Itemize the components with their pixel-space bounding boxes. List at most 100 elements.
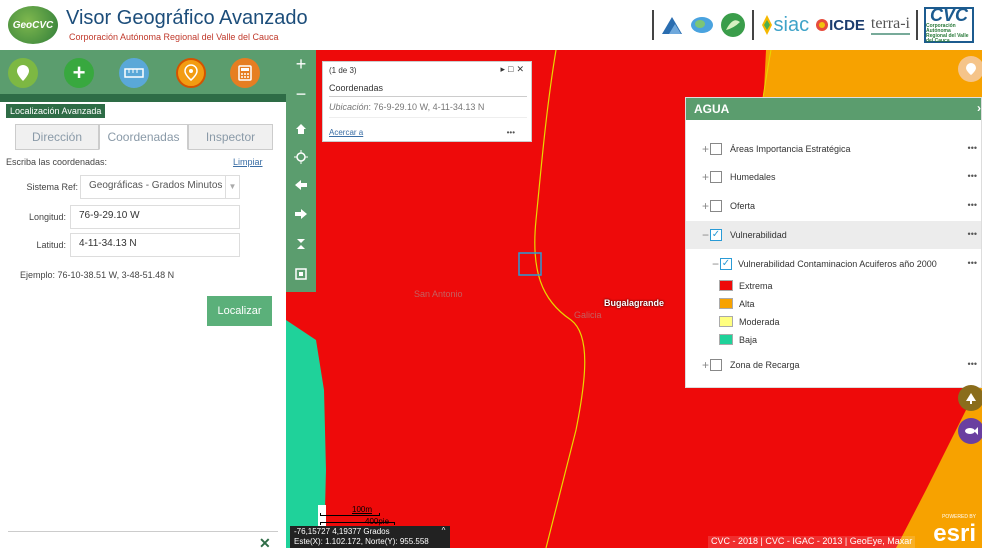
ref-system-value: Geográficas - Grados Minutos	[89, 180, 223, 191]
layer-row-humedales[interactable]: + Humedales •••	[686, 163, 981, 191]
plus-icon[interactable]: +	[64, 58, 94, 88]
location-widget-icon[interactable]	[958, 56, 982, 82]
locate-button[interactable]: Localizar	[207, 296, 272, 326]
calculator-icon[interactable]	[230, 58, 260, 88]
layer-checkbox[interactable]	[710, 171, 722, 183]
tree-logo-icon[interactable]	[690, 14, 714, 36]
more-icon[interactable]: •••	[968, 143, 977, 153]
sublayer-name: Vulnerabilidad Contaminacion Acuiferos a…	[738, 259, 937, 269]
popup-location: Ubicación: 76-9-29.10 W, 4-11-34.13 N	[329, 102, 484, 112]
popup-divider	[329, 96, 527, 97]
layer-checkbox[interactable]	[710, 359, 722, 371]
collapse-icon[interactable]: −	[702, 228, 709, 242]
sublayer-row[interactable]: − ✓ Vulnerabilidad Contaminacion Acuifer…	[686, 250, 981, 278]
popup-location-value: : 76-9-29.10 W, 4-11-34.13 N	[368, 102, 485, 112]
popup-location-label: Ubicación	[329, 102, 369, 112]
map-label-place3: Galicia	[574, 310, 602, 320]
layer-name: Zona de Recarga	[730, 360, 800, 370]
layer-row-vulnerabilidad[interactable]: − ✓ Vulnerabilidad •••	[686, 221, 981, 249]
location-xy-icon[interactable]	[176, 58, 206, 88]
geocvc-logo[interactable]: GeoCVC	[8, 6, 58, 44]
esri-powered: POWERED BY	[942, 514, 976, 520]
close-icon[interactable]: ✕	[516, 64, 527, 74]
layer-checkbox[interactable]	[710, 143, 722, 155]
tree-widget-icon[interactable]	[958, 385, 982, 411]
layers-panel: AGUA › + Áreas Importancia Estratégica •…	[685, 97, 982, 388]
more-icon[interactable]: •••	[968, 200, 977, 210]
my-location-icon[interactable]	[286, 143, 316, 171]
instructions-label: Escriba las coordenadas:	[6, 157, 108, 167]
coordinates-popup: (1 de 3) ▸□✕ Coordenadas Ubicación: 76-9…	[322, 61, 532, 142]
zoom-in-icon[interactable]: +	[286, 50, 316, 78]
expand-icon[interactable]: +	[702, 358, 709, 372]
example-value: 76-10-38.51 W, 3-48-51.48 N	[57, 270, 175, 280]
latitude-input[interactable]: 4-11-34.13 N	[70, 233, 240, 257]
ref-system-label: Sistema Ref:	[26, 182, 78, 192]
legend-swatch-moderada	[719, 316, 733, 327]
siac-logo[interactable]: siac	[760, 13, 810, 37]
next-icon[interactable]: ▸	[500, 64, 508, 74]
scalebar-imperial-label: 400pie	[365, 517, 390, 526]
ruler-icon[interactable]	[119, 58, 149, 88]
clear-link[interactable]: Limpiar	[233, 157, 263, 167]
more-icon[interactable]: •••	[968, 359, 977, 369]
icde-logo[interactable]: ICDE	[815, 17, 865, 34]
more-icon[interactable]: •••	[968, 258, 977, 268]
map-navigation: + −	[286, 50, 316, 292]
layer-checkbox-checked[interactable]: ✓	[720, 258, 732, 270]
terra-logo-text: terra-i	[870, 15, 910, 35]
chevron-up-icon[interactable]: ^	[437, 526, 450, 537]
map-label-place1: San Antonio	[414, 289, 463, 299]
expand-icon[interactable]: +	[702, 170, 709, 184]
mountain-logo-icon[interactable]	[660, 14, 684, 36]
tab-direccion[interactable]: Dirección	[15, 124, 99, 150]
separator	[916, 10, 918, 40]
advanced-location-panel: Localización Avanzada Dirección Coordena…	[0, 102, 286, 548]
longitude-input[interactable]: 76-9-29.10 W	[70, 205, 240, 229]
tab-coordenadas[interactable]: Coordenadas	[99, 124, 188, 150]
panel-tabs: Dirección Coordenadas Inspector	[15, 124, 273, 150]
home-icon[interactable]	[286, 115, 316, 143]
siac-logo-text: siac	[773, 13, 810, 36]
tab-inspector[interactable]: Inspector	[188, 124, 273, 150]
collapse-icon[interactable]: −	[712, 257, 719, 271]
ref-system-select[interactable]: Geográficas - Grados Minutos ▼	[80, 175, 240, 199]
layer-name: Oferta	[730, 201, 756, 211]
layer-checkbox-checked[interactable]: ✓	[710, 229, 722, 241]
zoom-to-link[interactable]: Acercar a	[329, 128, 363, 137]
partner-logos: siac ICDE terra-i CVC Corporación Autóno…	[651, 6, 974, 44]
expand-icon[interactable]: +	[702, 199, 709, 213]
forward-arrow-icon[interactable]	[286, 200, 316, 228]
more-icon[interactable]: •••	[968, 229, 977, 239]
layer-row-areas[interactable]: + Áreas Importancia Estratégica •••	[686, 135, 981, 163]
panel-divider	[8, 531, 278, 532]
back-arrow-icon[interactable]	[286, 171, 316, 199]
coordinate-readout[interactable]: -76,15727 4,19377 Grados Este(X): 1.102.…	[290, 526, 450, 548]
leaf-logo-icon[interactable]	[720, 12, 746, 38]
fish-widget-icon[interactable]	[958, 418, 982, 444]
close-icon[interactable]: ✕	[259, 535, 271, 548]
collapse-icon[interactable]	[286, 230, 316, 258]
toolbar-strip	[0, 94, 286, 102]
terra-logo[interactable]: terra-i	[870, 15, 910, 35]
layer-row-oferta[interactable]: + Oferta •••	[686, 192, 981, 220]
chevron-right-icon[interactable]: ›	[977, 101, 981, 115]
latitude-label: Latitud:	[36, 240, 66, 250]
cvc-logo-subtext: Corporación Autónoma Regional del Valle …	[926, 23, 969, 44]
map-pin-icon[interactable]	[8, 58, 38, 88]
icde-logo-text: ICDE	[829, 16, 865, 34]
river-line	[534, 50, 586, 548]
layer-name: Áreas Importancia Estratégica	[730, 144, 851, 154]
more-icon[interactable]: •••	[507, 128, 515, 137]
legend-label: Baja	[739, 335, 758, 345]
overview-map-icon[interactable]	[286, 260, 316, 288]
scalebar-metric-label: 100m	[352, 505, 373, 514]
esri-logo-text: esri	[933, 520, 976, 547]
more-icon[interactable]: •••	[968, 171, 977, 181]
cvc-logo[interactable]: CVC Corporación Autónoma Regional del Va…	[924, 6, 974, 44]
layer-checkbox[interactable]	[710, 200, 722, 212]
layer-row-zona-recarga[interactable]: + Zona de Recarga •••	[686, 351, 981, 379]
expand-icon[interactable]: +	[702, 142, 709, 156]
zoom-out-icon[interactable]: −	[286, 80, 316, 108]
header: GeoCVC Visor Geográfico Avanzado Corpora…	[0, 0, 982, 50]
